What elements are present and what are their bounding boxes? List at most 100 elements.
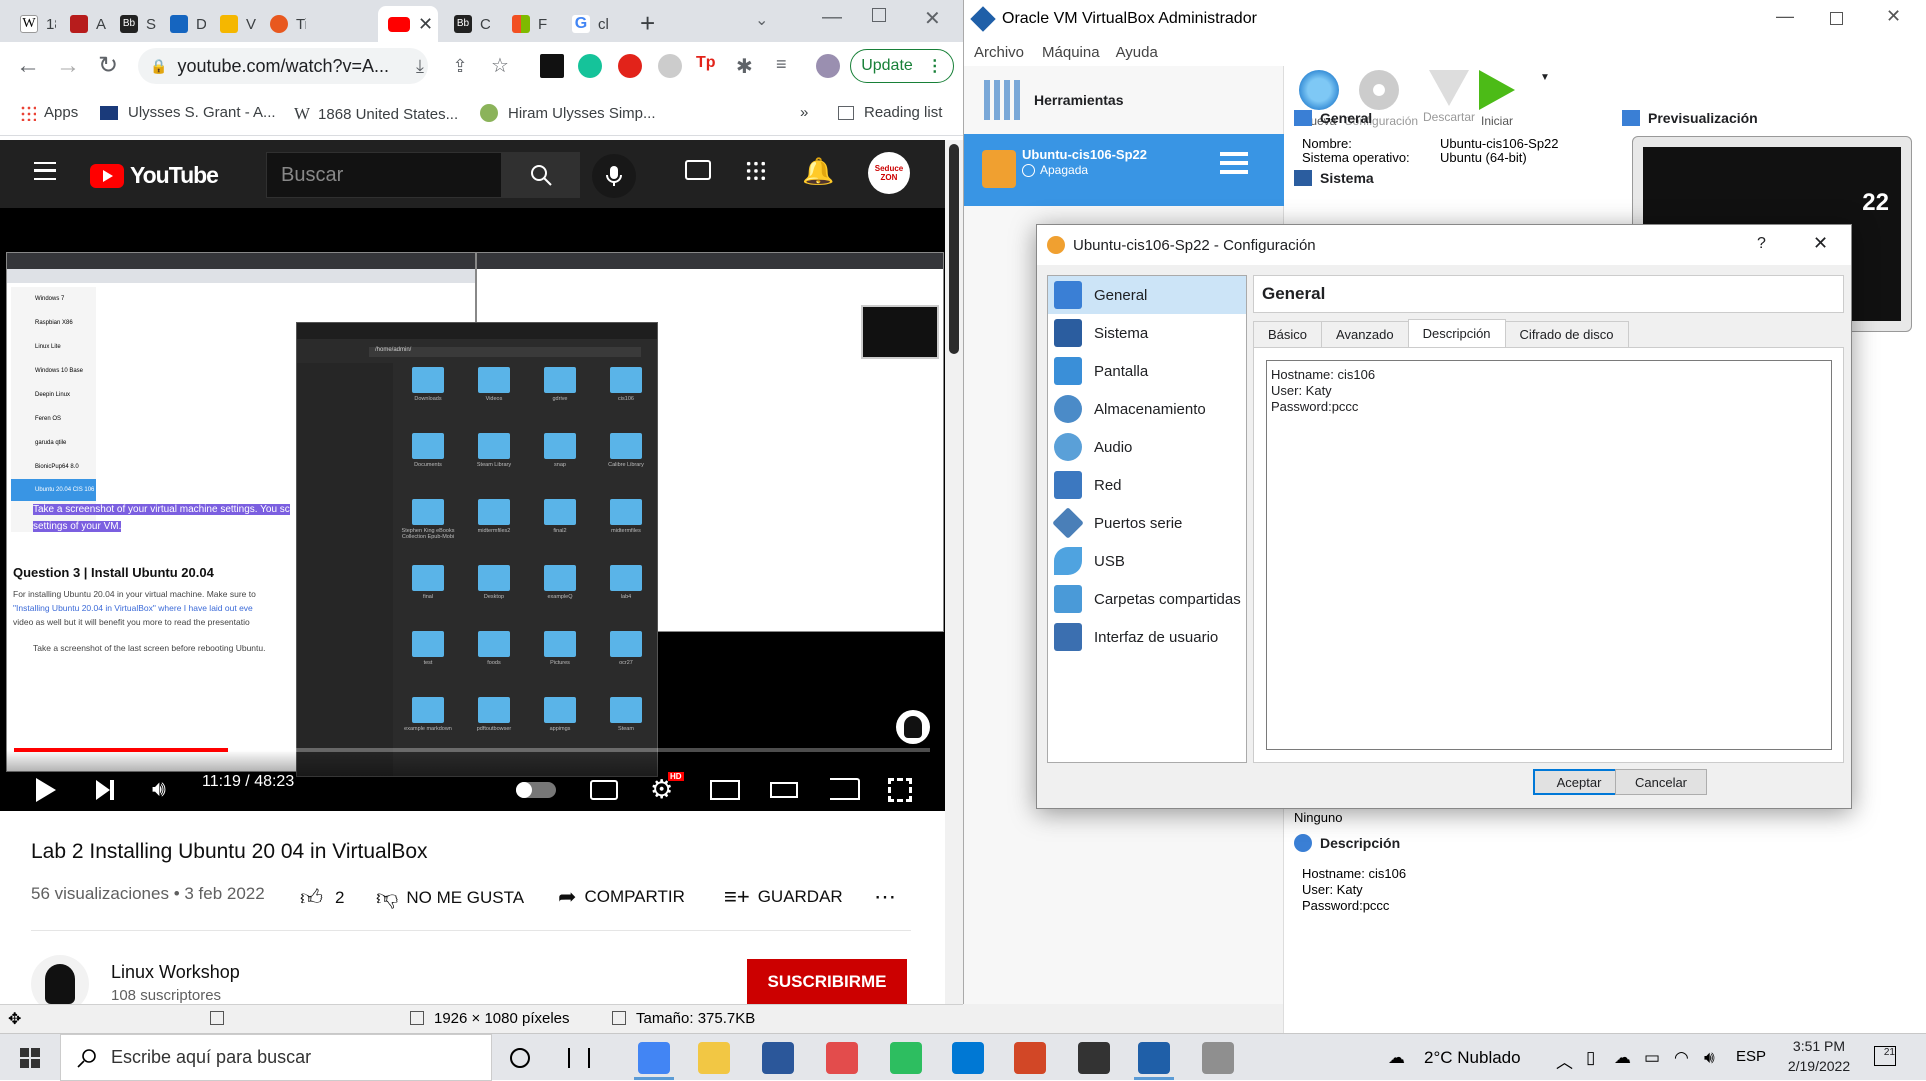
cat-carpetas[interactable]: Carpetas compartidas [1048, 580, 1246, 618]
like-button[interactable]: 👍︎ 2 [300, 884, 344, 911]
close-dialog-icon[interactable]: ✕ [1813, 233, 1828, 254]
subtitles-icon[interactable] [590, 780, 618, 800]
fullscreen-icon[interactable] [888, 778, 912, 802]
description-textarea[interactable]: Hostname: cis106 User: Katy Password:pcc… [1266, 360, 1832, 750]
puzzle-icon[interactable]: ✱ [736, 54, 760, 78]
minimize-icon[interactable]: — [1776, 6, 1794, 27]
video-player[interactable]: Windows 7 Raspbian X86 Linux Lite Window… [0, 208, 945, 811]
video-progress-bar[interactable] [14, 748, 930, 752]
wifi-icon[interactable]: ◠ [1674, 1048, 1689, 1068]
help-icon[interactable]: ? [1757, 235, 1766, 253]
notifications-icon[interactable]: 21 [1874, 1046, 1896, 1066]
forward-icon[interactable]: → [54, 52, 82, 80]
reading-list[interactable]: Reading list [838, 104, 942, 121]
tray-device-icon[interactable]: ▯ [1586, 1048, 1595, 1068]
cat-pantalla[interactable]: Pantalla [1048, 352, 1246, 390]
browser-tab[interactable]: Vi [210, 6, 256, 42]
section-system[interactable]: Sistema [1294, 170, 1374, 186]
channel-name[interactable]: Linux Workshop [111, 962, 240, 983]
new-tab-icon[interactable]: + [640, 8, 655, 39]
reload-icon[interactable]: ↻ [94, 52, 122, 80]
update-button[interactable]: Update ⋮ [850, 49, 954, 83]
maximize-icon[interactable] [872, 8, 886, 22]
user-avatar[interactable]: Seduce ZON [868, 152, 910, 194]
subscribe-button[interactable]: SUSCRIBIRME [747, 959, 907, 1005]
browser-tab[interactable]: BbSt [110, 6, 156, 42]
browser-tab[interactable]: Gcl [562, 6, 608, 42]
section-general[interactable]: General [1294, 110, 1372, 126]
settings-app-icon[interactable] [1078, 1042, 1110, 1074]
create-video-icon[interactable] [685, 160, 711, 180]
tab-descripcion[interactable]: Descripción [1407, 319, 1506, 347]
dislike-button[interactable]: 👎︎ NO ME GUSTA [376, 884, 524, 911]
menu-maquina[interactable]: Máquina [1042, 44, 1100, 61]
chrome-app-icon[interactable] [638, 1042, 670, 1074]
minimize-icon[interactable]: — [822, 6, 842, 29]
extension-icon[interactable] [658, 54, 682, 78]
next-icon[interactable] [96, 780, 118, 800]
theater-mode-icon[interactable] [770, 782, 798, 798]
close-tab-icon[interactable]: ✕ [418, 14, 433, 35]
weather-text[interactable]: 2°C Nublado [1424, 1048, 1521, 1068]
start-dropdown-icon[interactable]: ▼ [1540, 72, 1550, 83]
cat-usb[interactable]: USB [1048, 542, 1246, 580]
youtube-search-input[interactable]: Buscar [266, 152, 502, 198]
volume-icon[interactable]: 🔊︎ [152, 776, 166, 802]
bookmark-star-icon[interactable]: ☆ [486, 52, 514, 80]
install-icon[interactable]: ⤓ [406, 52, 434, 80]
word-app-icon[interactable] [762, 1042, 794, 1074]
close-window-icon[interactable]: ✕ [924, 6, 941, 31]
bookmarks-overflow-icon[interactable]: » [800, 104, 808, 121]
cortana-icon[interactable] [510, 1048, 530, 1068]
extension-icon[interactable]: Tp [696, 54, 720, 78]
evernote-app-icon[interactable] [890, 1042, 922, 1074]
maximize-icon[interactable] [1830, 12, 1843, 25]
browser-tab[interactable]: A [60, 6, 106, 42]
taskbar-search[interactable]: Escribe aquí para buscar [60, 1034, 492, 1081]
share-icon[interactable]: ⇪ [446, 52, 474, 80]
bookmark-item[interactable]: Hiram Ulysses Simp... [480, 104, 656, 122]
grammarly-icon[interactable] [578, 54, 602, 78]
cat-red[interactable]: Red [1048, 466, 1246, 504]
language-indicator[interactable]: ESP [1736, 1048, 1766, 1065]
adblock-icon[interactable] [618, 54, 642, 78]
page-scrollbar[interactable] [945, 140, 963, 1033]
miniplayer-icon[interactable] [710, 780, 740, 800]
scrollbar-thumb[interactable] [949, 144, 959, 354]
close-window-icon[interactable]: ✕ [1886, 6, 1901, 27]
vm-details-menu-icon[interactable] [1220, 152, 1248, 178]
browser-tab[interactable]: D [160, 6, 206, 42]
ok-button[interactable]: Aceptar [1533, 769, 1625, 795]
cast-icon[interactable] [830, 778, 860, 800]
bookmark-item[interactable]: Ulysses S. Grant - A... [100, 104, 276, 121]
tray-chevron-icon[interactable]: ︿ [1556, 1048, 1573, 1073]
virtualbox-app-icon[interactable] [1138, 1042, 1170, 1074]
youtube-search-button[interactable] [502, 152, 580, 198]
section-description[interactable]: Descripción [1294, 834, 1400, 852]
weather-icon[interactable]: ☁ [1388, 1048, 1405, 1068]
menu-archivo[interactable]: Archivo [974, 44, 1024, 61]
start-windows-icon[interactable] [20, 1048, 40, 1068]
browser-tab[interactable]: Ti [260, 6, 306, 42]
cat-general[interactable]: General [1048, 276, 1246, 314]
hamburger-menu-icon[interactable] [34, 162, 56, 180]
snipping-tool-app-icon[interactable] [826, 1042, 858, 1074]
cat-interfaz[interactable]: Interfaz de usuario [1048, 618, 1246, 656]
task-view-icon[interactable] [568, 1048, 590, 1068]
tools-item[interactable]: Herramientas [964, 66, 1284, 134]
start-button[interactable]: Iniciar [1462, 70, 1532, 128]
browser-tab-youtube[interactable]: ✕ [378, 6, 438, 42]
media-icon[interactable]: ≡ [776, 54, 800, 78]
volume-icon[interactable]: 🔊︎ [1704, 1048, 1715, 1068]
save-button[interactable]: ≡+ GUARDAR [724, 884, 843, 910]
vm-item-ubuntu[interactable]: Ubuntu-cis106-Sp22 Apagada [964, 134, 1284, 206]
share-button[interactable]: ➦ COMPARTIR [558, 884, 685, 910]
cancel-button[interactable]: Cancelar [1615, 769, 1707, 795]
extension-icon[interactable] [540, 54, 564, 78]
menu-ayuda[interactable]: Ayuda [1116, 44, 1158, 61]
bookmark-item[interactable]: W 1868 United States... [294, 104, 458, 124]
paint-app-icon[interactable] [1202, 1042, 1234, 1074]
browser-tab[interactable]: Fr [502, 6, 548, 42]
battery-icon[interactable]: ▭ [1644, 1048, 1660, 1068]
cat-sistema[interactable]: Sistema [1048, 314, 1246, 352]
